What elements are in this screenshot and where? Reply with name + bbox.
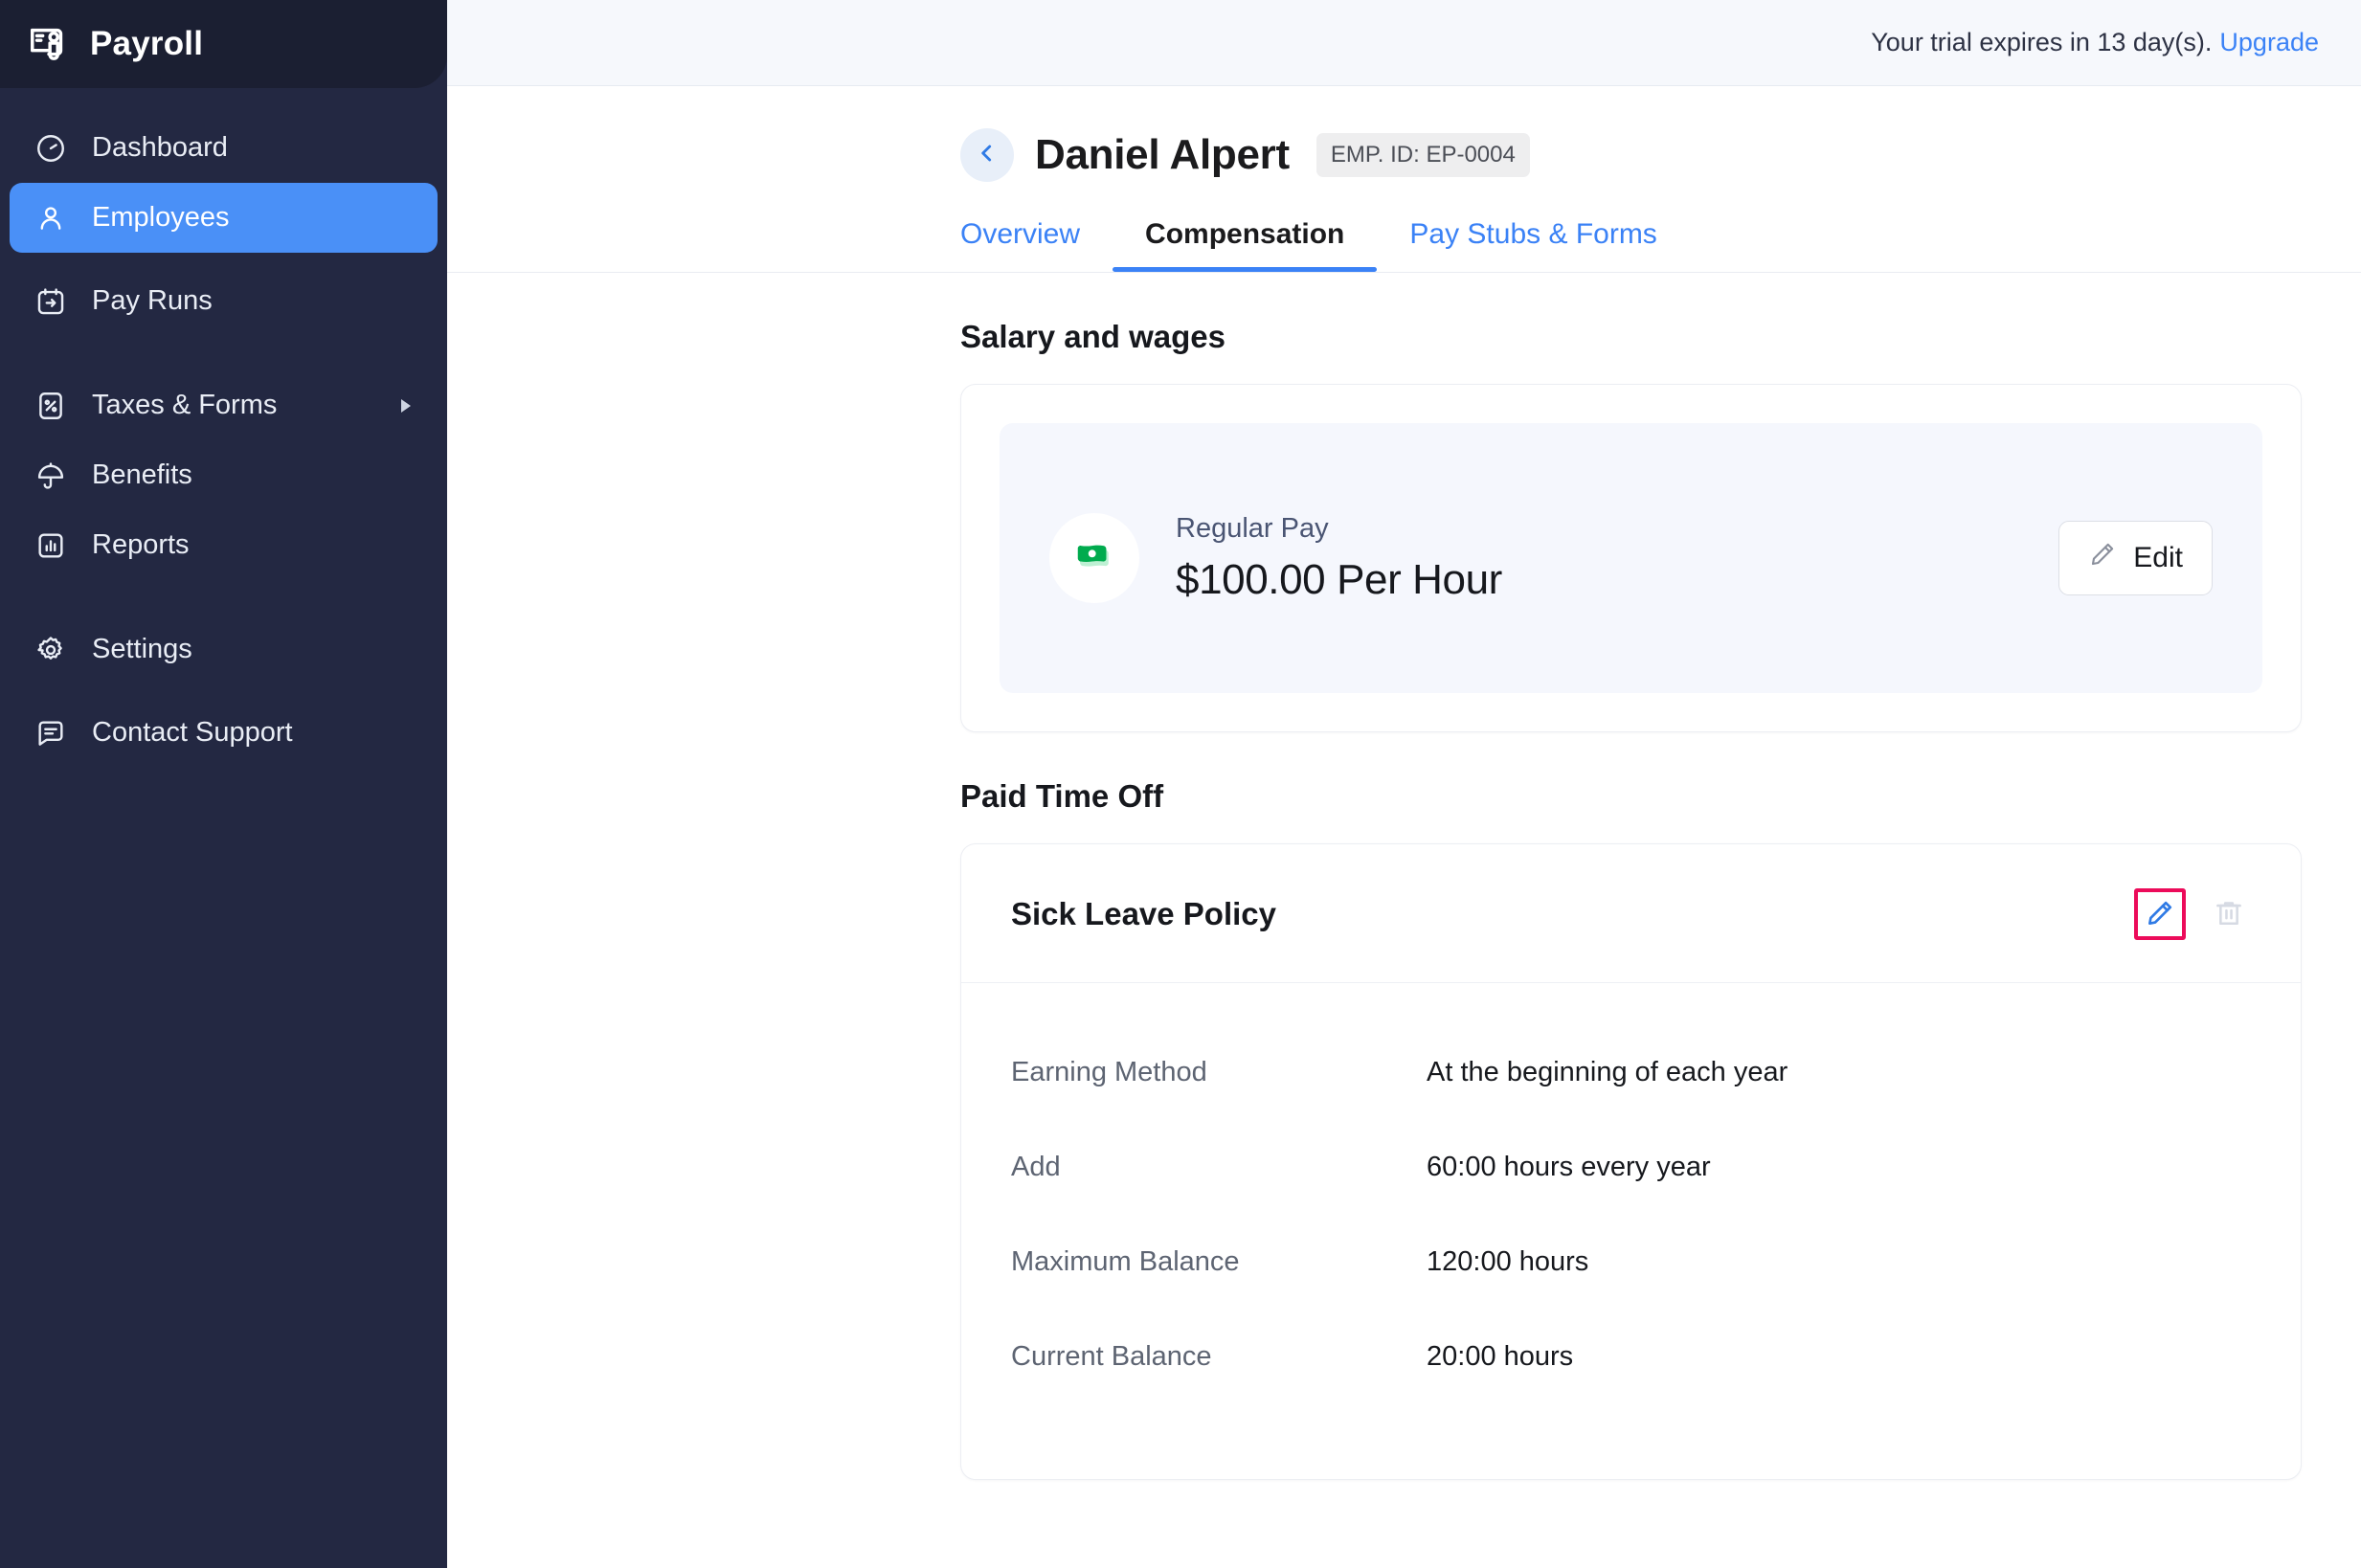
employee-id-badge: EMP. ID: EP-0004 [1315, 133, 1530, 177]
brand-header: Payroll [0, 0, 447, 88]
edit-pay-button[interactable]: Edit [2058, 521, 2213, 595]
page-title: Daniel Alpert [1035, 131, 1290, 178]
sidebar-item-employees[interactable]: Employees [10, 183, 438, 253]
pto-detail-row: Maximum Balance 120:00 hours [1011, 1215, 2251, 1310]
umbrella-icon [34, 459, 67, 492]
money-bill-icon [1072, 534, 1116, 583]
pto-details-list: Earning Method At the beginning of each … [961, 983, 2301, 1479]
pto-section-title: Paid Time Off [960, 778, 1164, 814]
sidebar-nav: Dashboard Employees Pay Runs Taxes & For… [0, 88, 447, 768]
pay-info: Regular Pay $100.00 Per Hour [1176, 513, 2058, 604]
pay-amount: $100.00 Per Hour [1176, 555, 1502, 603]
chevron-left-icon [975, 141, 1000, 170]
sidebar-item-label: Settings [92, 634, 192, 664]
pto-detail-value: 60:00 hours every year [1427, 1152, 1711, 1182]
sidebar-item-label: Employees [92, 202, 230, 233]
title-row: Daniel Alpert EMP. ID: EP-0004 [960, 128, 2361, 182]
pto-detail-value: 20:00 hours [1427, 1341, 1574, 1372]
pto-detail-value: 120:00 hours [1427, 1246, 1589, 1277]
brand-title: Payroll [90, 25, 204, 62]
page-content: Daniel Alpert EMP. ID: EP-0004 Overview … [447, 86, 2361, 1568]
pto-card: Sick Leave Policy Earning Method At the … [960, 843, 2302, 1480]
delete-policy-button[interactable] [2203, 888, 2255, 940]
pto-policy-name: Sick Leave Policy [1011, 896, 1277, 931]
percent-document-icon [34, 390, 67, 422]
bar-chart-icon [34, 529, 67, 562]
back-button[interactable] [960, 128, 1014, 182]
sidebar-item-label: Taxes & Forms [92, 390, 278, 420]
tab-label: Pay Stubs & Forms [1409, 218, 1657, 250]
chevron-right-icon [401, 398, 411, 413]
user-icon [34, 202, 67, 235]
sidebar-item-reports[interactable]: Reports [10, 510, 438, 580]
pto-actions [2134, 888, 2255, 940]
money-icon-wrapper [1049, 513, 1139, 603]
chat-bubble-icon [34, 717, 67, 750]
tab-overview[interactable]: Overview [960, 218, 1113, 272]
pto-detail-key: Current Balance [1011, 1341, 1212, 1372]
sidebar-item-label: Pay Runs [92, 285, 213, 316]
payroll-card-icon [27, 22, 71, 66]
trash-icon [2213, 897, 2245, 932]
pencil-icon [2145, 898, 2175, 931]
pto-detail-row: Add 60:00 hours every year [1011, 1120, 2251, 1215]
pencil-icon [2088, 540, 2117, 576]
page-header: Daniel Alpert EMP. ID: EP-0004 Overview … [447, 86, 2361, 272]
upgrade-link[interactable]: Upgrade [2219, 28, 2319, 57]
edit-pay-button-label: Edit [2133, 542, 2183, 573]
tab-bar: Overview Compensation Pay Stubs & Forms [960, 218, 2361, 272]
tab-label: Compensation [1145, 218, 1345, 250]
pto-section: Paid Time Off Sick Leave Policy Earning … [447, 778, 2361, 1480]
edit-policy-button[interactable] [2134, 888, 2186, 940]
gear-icon [34, 634, 67, 666]
sidebar-item-benefits[interactable]: Benefits [10, 440, 438, 510]
calendar-arrow-icon [34, 285, 67, 318]
salary-section: Salary and wages Regular Pay $100.00 Per… [447, 319, 2361, 732]
regular-pay-row: Regular Pay $100.00 Per Hour Edit [1000, 423, 2262, 693]
pto-detail-key: Maximum Balance [1011, 1246, 1240, 1277]
salary-section-title: Salary and wages [960, 319, 1225, 354]
salary-card: Regular Pay $100.00 Per Hour Edit [960, 384, 2302, 732]
pto-detail-row: Earning Method At the beginning of each … [1011, 1025, 2251, 1120]
main-area: Your trial expires in 13 day(s). Upgrade… [447, 0, 2361, 1568]
tab-pay-stubs-forms[interactable]: Pay Stubs & Forms [1377, 218, 1689, 272]
sidebar-item-dashboard[interactable]: Dashboard [10, 113, 438, 183]
tab-compensation[interactable]: Compensation [1113, 218, 1378, 272]
pto-detail-key: Earning Method [1011, 1057, 1207, 1087]
top-bar: Your trial expires in 13 day(s). Upgrade [447, 0, 2361, 86]
sidebar-item-label: Dashboard [92, 132, 228, 163]
sidebar-item-label: Reports [92, 529, 190, 560]
trial-notice: Your trial expires in 13 day(s). [1871, 28, 2213, 56]
pto-detail-row: Current Balance 20:00 hours [1011, 1310, 2251, 1404]
sidebar-item-contact-support[interactable]: Contact Support [10, 698, 438, 768]
sidebar-item-label: Contact Support [92, 717, 293, 748]
sidebar-item-settings[interactable]: Settings [10, 615, 438, 684]
sidebar-item-pay-runs[interactable]: Pay Runs [10, 266, 438, 336]
gauge-icon [34, 132, 67, 165]
app-root: Payroll Dashboard Employees Pay Runs Tax… [0, 0, 2361, 1568]
pto-detail-value: At the beginning of each year [1427, 1057, 1788, 1087]
pto-detail-key: Add [1011, 1152, 1061, 1182]
sidebar-item-taxes-forms[interactable]: Taxes & Forms [10, 370, 438, 440]
sidebar: Payroll Dashboard Employees Pay Runs Tax… [0, 0, 447, 1568]
sidebar-item-label: Benefits [92, 459, 192, 490]
pto-card-header: Sick Leave Policy [961, 844, 2301, 983]
pay-type-label: Regular Pay [1176, 512, 1329, 544]
tab-label: Overview [960, 218, 1081, 250]
tab-divider [447, 272, 2361, 273]
